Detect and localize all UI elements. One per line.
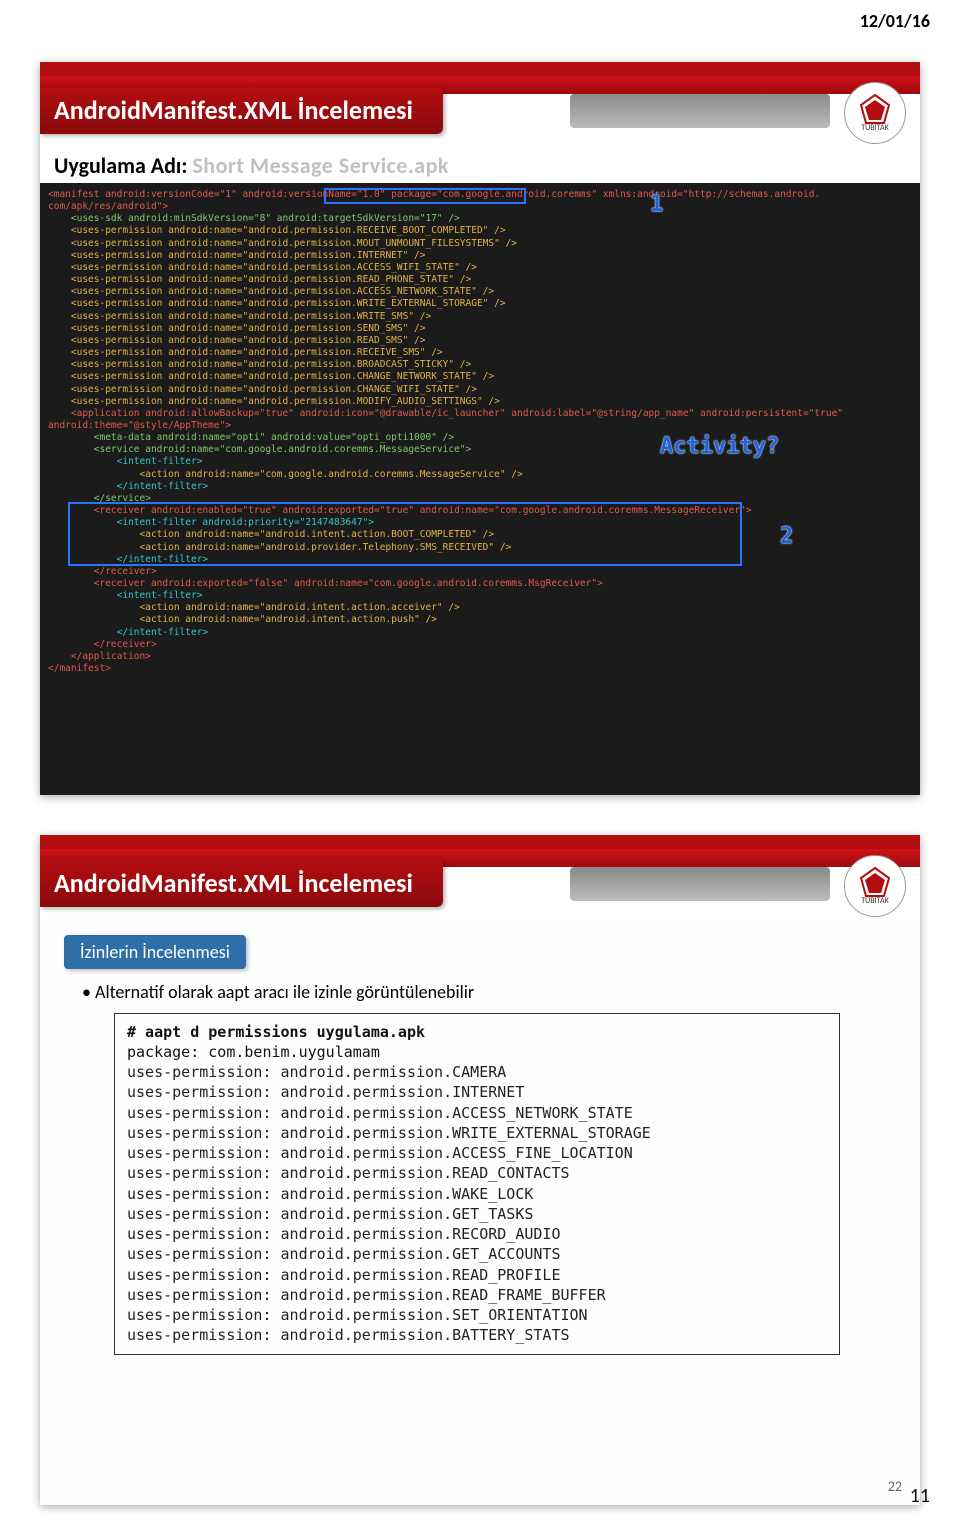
code-line: <uses-permission android:name="android.p…	[48, 298, 506, 309]
bullet-text: Alternatif olarak aapt aracı ile izinle …	[95, 981, 474, 1003]
aapt-command: # aapt d permissions uygulama.apk	[127, 1022, 827, 1042]
permission-line: uses-permission: android.permission.READ…	[127, 1265, 827, 1285]
code-line: <uses-sdk android:minSdkVersion="8" andr…	[48, 213, 460, 224]
permission-line: uses-permission: android.permission.WAKE…	[127, 1184, 827, 1204]
code-line: <uses-permission android:name="android.p…	[48, 371, 494, 382]
permission-line: uses-permission: android.permission.BATT…	[127, 1325, 827, 1345]
permission-line: uses-permission: android.permission.INTE…	[127, 1082, 827, 1102]
code-line: <uses-permission android:name="android.p…	[48, 311, 431, 322]
code-line: </intent-filter>	[48, 481, 208, 492]
slide-1-title: AndroidManifest.XML İncelemesi	[40, 86, 443, 134]
code-line: <action android:name="com.google.android…	[48, 469, 523, 480]
tubitak-logo: TÜBİTAK	[844, 82, 906, 144]
code-line: android:theme="@style/AppTheme">	[48, 420, 231, 431]
permission-line: uses-permission: android.permission.RECO…	[127, 1224, 827, 1244]
code-line: <receiver android:exported="false" andro…	[48, 578, 603, 589]
code-line: </manifest>	[48, 663, 111, 674]
permissions-box: # aapt d permissions uygulama.apk packag…	[114, 1013, 840, 1355]
code-line: <meta-data android:name="opti" android:v…	[48, 432, 454, 443]
annotation-2: 2	[780, 523, 793, 551]
code-line: <uses-permission android:name="android.p…	[48, 250, 426, 261]
app-name-value: Short Message Service.apk	[192, 152, 449, 179]
tubitak-logo-text: TÜBİTAK	[861, 123, 888, 133]
slide-1: AndroidManifest.XML İncelemesi TÜBİTAK U…	[40, 62, 920, 795]
section-tag: İzinlerin İncelenmesi	[64, 935, 246, 969]
code-line: <action android:name="android.intent.act…	[48, 614, 437, 625]
slide-page-number: 22	[888, 1478, 902, 1495]
slides-wrap: AndroidManifest.XML İncelemesi TÜBİTAK U…	[0, 32, 960, 1505]
code-line: <intent-filter>	[48, 590, 202, 601]
code-line: <uses-permission android:name="android.p…	[48, 359, 471, 370]
tubitak-logo-text: TÜBİTAK	[861, 896, 888, 906]
code-line: </intent-filter>	[48, 554, 208, 565]
aapt-package-line: package: com.benim.uygulamam	[127, 1042, 827, 1062]
code-line: </receiver>	[48, 639, 157, 650]
code-line: <intent-filter android:priority="2147483…	[48, 517, 374, 528]
code-line: </service>	[48, 493, 151, 504]
code-line: </intent-filter>	[48, 627, 208, 638]
annotation-activity: Activity?	[660, 433, 779, 461]
permission-line: uses-permission: android.permission.READ…	[127, 1163, 827, 1183]
app-name-row: Uygulama Adı: Short Message Service.apk	[40, 146, 920, 183]
document-page-number: 11	[910, 1484, 930, 1508]
code-line: <uses-permission android:name="android.p…	[48, 347, 443, 358]
tubitak-logo: TÜBİTAK	[844, 855, 906, 917]
permission-line: uses-permission: android.permission.SET_…	[127, 1305, 827, 1325]
code-line: <uses-permission android:name="android.p…	[48, 286, 494, 297]
tubitak-logo-icon	[859, 866, 891, 898]
code-line: <uses-permission android:name="android.p…	[48, 274, 471, 285]
code-line: com/apk/res/android">	[48, 201, 168, 212]
code-line: <manifest android:versionCode="1" androi…	[48, 189, 820, 200]
slide-1-header: AndroidManifest.XML İncelemesi TÜBİTAK	[40, 62, 920, 146]
code-line: <uses-permission android:name="android.p…	[48, 335, 426, 346]
slide-2-body: İzinlerin İncelenmesi • Alternatif olara…	[40, 919, 920, 1505]
permission-line: uses-permission: android.permission.ACCE…	[127, 1143, 827, 1163]
tubitak-logo-icon	[859, 93, 891, 125]
code-line: <uses-permission android:name="android.p…	[48, 225, 506, 236]
page: 12/01/16 AndroidManifest.XML İncelemesi …	[0, 0, 960, 1526]
code-line: <receiver android:enabled="true" android…	[48, 505, 752, 516]
code-line: <intent-filter>	[48, 456, 202, 467]
code-line: </application>	[48, 651, 151, 662]
annotation-1: 1	[650, 191, 663, 219]
code-line: <action android:name="android.provider.T…	[48, 542, 511, 553]
manifest-code-block: <manifest android:versionCode="1" androi…	[40, 183, 920, 795]
code-line: <service android:name="com.google.androi…	[48, 444, 471, 455]
code-line: <application android:allowBackup="true" …	[48, 408, 843, 419]
slide-2-title: AndroidManifest.XML İncelemesi	[40, 859, 443, 907]
bullet-row: • Alternatif olarak aapt aracı ile izinl…	[82, 981, 896, 1003]
permission-line: uses-permission: android.permission.CAME…	[127, 1062, 827, 1082]
code-line: <uses-permission android:name="android.p…	[48, 384, 477, 395]
header-gray-band	[570, 867, 830, 901]
permission-line: uses-permission: android.permission.READ…	[127, 1285, 827, 1305]
permission-line: uses-permission: android.permission.GET_…	[127, 1244, 827, 1264]
permission-line: uses-permission: android.permission.WRIT…	[127, 1123, 827, 1143]
code-line: <action android:name="android.intent.act…	[48, 529, 494, 540]
app-name-label: Uygulama Adı:	[54, 152, 192, 179]
permission-line: uses-permission: android.permission.GET_…	[127, 1204, 827, 1224]
code-line: <uses-permission android:name="android.p…	[48, 238, 517, 249]
permission-line: uses-permission: android.permission.ACCE…	[127, 1103, 827, 1123]
code-line: <action android:name="android.intent.act…	[48, 602, 460, 613]
code-line: <uses-permission android:name="android.p…	[48, 262, 477, 273]
code-line: <uses-permission android:name="android.p…	[48, 396, 500, 407]
slide-2: AndroidManifest.XML İncelemesi TÜBİTAK İ…	[40, 835, 920, 1505]
code-line: <uses-permission android:name="android.p…	[48, 323, 426, 334]
slide-2-header: AndroidManifest.XML İncelemesi TÜBİTAK	[40, 835, 920, 919]
date-header: 12/01/16	[0, 0, 960, 32]
code-line: </receiver>	[48, 566, 157, 577]
header-gray-band	[570, 94, 830, 128]
